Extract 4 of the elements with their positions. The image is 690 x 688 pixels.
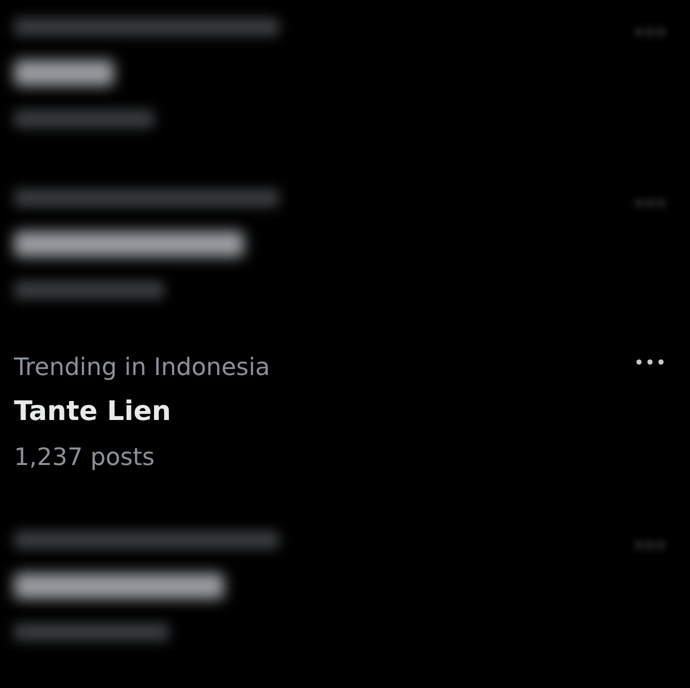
post-count: 1,237 posts: [14, 442, 156, 472]
more-icon[interactable]: [635, 358, 665, 366]
trend-title[interactable]: Tante Lien: [14, 394, 270, 430]
trend-category: Trending in Indonesia: [14, 352, 270, 382]
